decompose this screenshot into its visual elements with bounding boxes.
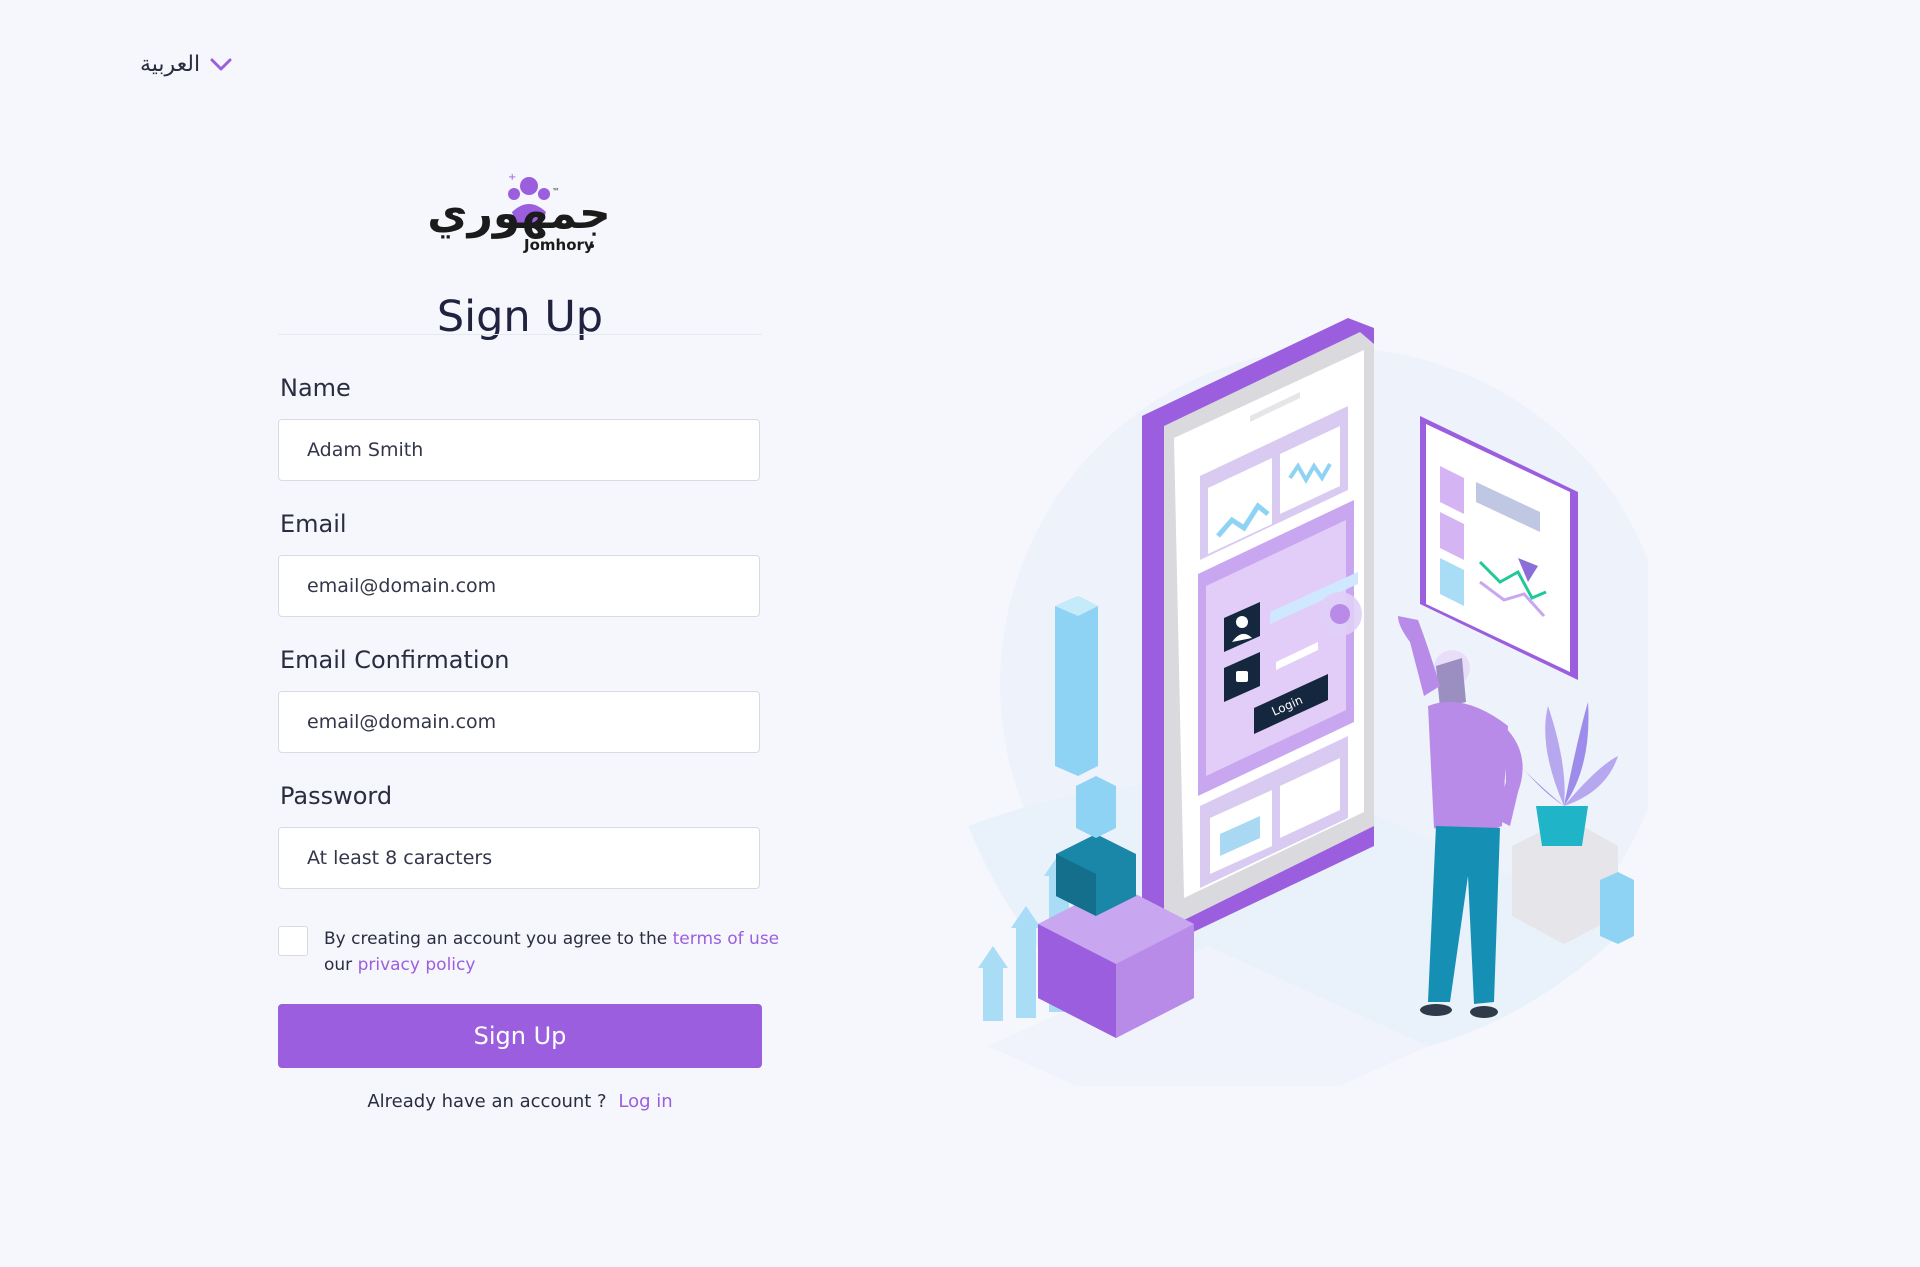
- language-label: العربية: [140, 52, 201, 77]
- terms-of-use-link[interactable]: terms of use: [673, 929, 780, 949]
- password-label: Password: [280, 782, 393, 810]
- email-confirmation-input[interactable]: [278, 691, 760, 753]
- signup-illustration: Login: [968, 318, 1648, 1086]
- terms-middle: our: [324, 955, 353, 975]
- login-question: Already have an account ?: [367, 1091, 607, 1112]
- sign-up-button[interactable]: Sign Up: [278, 1004, 762, 1068]
- email-confirmation-label: Email Confirmation: [280, 646, 510, 674]
- language-selector[interactable]: العربية: [140, 52, 232, 77]
- jomhory-logo: + ™ جمهوري Jomhory: [427, 172, 611, 254]
- terms-prefix: By creating an account you agree to the: [324, 929, 668, 949]
- password-input[interactable]: [278, 827, 760, 889]
- name-input[interactable]: [278, 419, 760, 481]
- logo-arabic: جمهوري: [427, 188, 611, 239]
- email-label: Email: [280, 510, 347, 538]
- svg-text:+: +: [508, 172, 516, 183]
- terms-checkbox[interactable]: [278, 926, 308, 956]
- email-input[interactable]: [278, 555, 760, 617]
- name-label: Name: [280, 374, 351, 402]
- log-in-link[interactable]: Log in: [618, 1091, 672, 1112]
- chevron-down-icon: [210, 58, 232, 70]
- title-divider: [278, 334, 762, 335]
- logo-latin: Jomhory: [523, 236, 594, 254]
- terms-text: By creating an account you agree to the …: [324, 926, 779, 978]
- privacy-policy-link[interactable]: privacy policy: [358, 955, 476, 975]
- login-prompt: Already have an account ? Log in: [278, 1091, 762, 1112]
